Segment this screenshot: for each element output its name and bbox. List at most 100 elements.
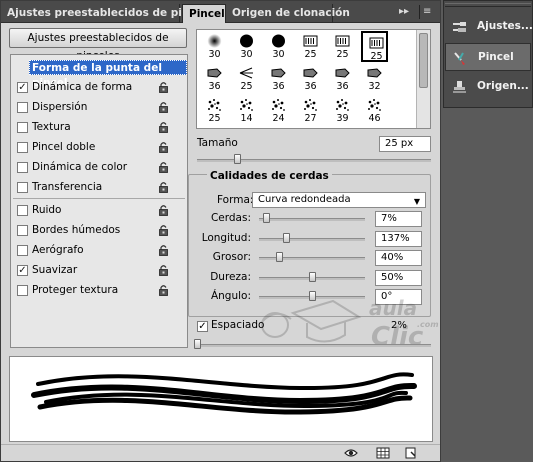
brush-tip-cell[interactable]: 36 [201, 63, 228, 94]
lock-icon[interactable] [158, 264, 169, 276]
new-preset-icon[interactable] [404, 447, 418, 459]
size-slider-track[interactable] [197, 159, 431, 162]
spacing-checkbox[interactable]: ✓ [197, 321, 208, 332]
brush-tip-cell[interactable]: 32 [361, 63, 388, 94]
option-label: Dinámica de color [32, 161, 128, 173]
option-label: Suavizar [32, 264, 78, 276]
dock-grip[interactable] [445, 3, 531, 7]
panel-menu-icon[interactable]: ≡ [419, 5, 435, 19]
brush-tip-size: 27 [304, 113, 317, 124]
brush-option-row[interactable]: Dinámica de color [11, 157, 187, 177]
brush-option-row[interactable]: Bordes húmedos [11, 220, 187, 240]
brush-grid-scrollbar[interactable] [416, 30, 430, 128]
bristle-param-knob[interactable] [276, 252, 284, 262]
brush-option-row[interactable]: Dispersión [11, 97, 187, 117]
tab-brush[interactable]: Pincel [182, 4, 226, 23]
bristle-param-field[interactable]: 137% [375, 230, 422, 247]
bristle-param-label: Grosor: [212, 251, 251, 263]
brush-tip-size: 36 [272, 81, 285, 92]
dock-item[interactable]: Pincel [445, 43, 531, 71]
option-checkbox[interactable] [17, 285, 28, 296]
brush-tip-cell[interactable]: 30 [233, 31, 260, 62]
dock-item[interactable]: Ajustes... [445, 13, 533, 41]
brush-option-row[interactable]: Proteger textura [11, 280, 187, 300]
bristle-param-knob[interactable] [282, 232, 290, 243]
brush-option-row[interactable]: Pincel doble [11, 137, 187, 157]
lock-icon[interactable] [158, 244, 169, 256]
bristle-param-field[interactable]: 7% [375, 211, 422, 227]
option-checkbox[interactable] [17, 102, 28, 113]
brush-tip-cell[interactable]: 36 [297, 63, 324, 94]
bristle-param-slider[interactable] [259, 237, 365, 241]
option-checkbox[interactable] [17, 205, 28, 216]
option-checkbox[interactable]: ✓ [17, 265, 28, 276]
shape-select-value: Curva redondeada [258, 194, 351, 205]
brush-tip-cell[interactable]: 36 [265, 63, 292, 94]
brush-tip-cell[interactable]: 25 [201, 95, 228, 126]
brush-option-row[interactable]: Ruido [11, 200, 187, 220]
brush-tip-cell[interactable]: 25 [361, 31, 388, 62]
bristle-param-knob[interactable] [309, 291, 316, 301]
lock-icon[interactable] [158, 101, 169, 113]
option-checkbox[interactable] [17, 122, 28, 133]
lock-icon[interactable] [158, 204, 169, 216]
spacing-value[interactable]: 2% [391, 320, 407, 331]
option-checkbox[interactable] [17, 225, 28, 236]
lock-icon[interactable] [158, 141, 169, 153]
bristle-param-knob[interactable] [263, 213, 271, 223]
lock-icon[interactable] [158, 284, 169, 296]
collapse-panel-icon[interactable]: ▸▸ [399, 5, 409, 19]
eye-icon[interactable] [344, 447, 358, 459]
shape-select[interactable]: Curva redondeada ▼ [252, 192, 426, 208]
brush-tip-cell[interactable]: 36 [329, 63, 356, 94]
bristle-param-field[interactable]: 40% [375, 250, 422, 266]
brush-option-row[interactable]: ✓ Dinámica de forma [11, 77, 187, 97]
bristle-param-field[interactable]: 50% [375, 269, 422, 286]
dock-item[interactable]: Origen... [445, 73, 531, 101]
lock-icon[interactable] [158, 224, 169, 236]
brush-option-row[interactable]: Transferencia [11, 177, 187, 197]
option-checkbox[interactable]: ✓ [17, 82, 28, 93]
bristle-param-knob[interactable] [309, 271, 316, 282]
brush-grid-scroll-thumb[interactable] [419, 33, 428, 88]
grid-view-icon[interactable] [376, 447, 390, 459]
tab-clone-source[interactable]: Origen de clonación [226, 4, 350, 23]
lock-icon[interactable] [158, 161, 169, 173]
brush-tip-cell[interactable]: 39 [329, 95, 356, 126]
brush-tip-cell[interactable]: 30 [265, 31, 292, 62]
brush-icon [454, 52, 465, 65]
bristle-param-slider[interactable] [259, 218, 365, 221]
bristle-param-field[interactable]: 0° [375, 289, 422, 305]
brush-tip-cell[interactable]: 46 [361, 95, 388, 126]
brush-tip-spatter-icon [240, 99, 253, 111]
brush-tip-cell[interactable]: 25 [329, 31, 356, 62]
option-checkbox[interactable] [17, 162, 28, 173]
brush-option-row[interactable]: ✓ Suavizar [11, 260, 187, 280]
option-label: Transferencia [32, 181, 103, 193]
spacing-slider-track[interactable] [197, 344, 431, 347]
brush-option-row[interactable]: Textura [11, 117, 187, 137]
size-slider-knob[interactable] [233, 154, 241, 164]
lock-icon[interactable] [158, 121, 169, 133]
brush-tip-spatter-icon [304, 99, 317, 111]
brush-tip-cell[interactable]: 30 [201, 31, 228, 62]
option-checkbox[interactable] [17, 142, 28, 153]
brush-option-row[interactable]: Aerógrafo [11, 240, 187, 260]
spacing-slider-knob[interactable] [194, 339, 201, 349]
option-checkbox[interactable] [17, 182, 28, 193]
brush-tip-cell[interactable]: 25 [233, 63, 260, 94]
shape-label: Forma: [217, 194, 254, 206]
panel-tab-bar: Ajustes preestablecidos de pinceles Pinc… [1, 1, 440, 23]
lock-icon[interactable] [158, 181, 169, 193]
brush-tip-cell[interactable]: 27 [297, 95, 324, 126]
option-checkbox[interactable] [17, 245, 28, 256]
brush-option-row[interactable]: Forma de la punta del pincel [11, 57, 187, 89]
tab-brush-presets[interactable]: Ajustes preestablecidos de pinceles [1, 4, 220, 23]
size-field[interactable]: 25 px [379, 136, 431, 152]
brush-tip-cell[interactable]: 25 [297, 31, 324, 62]
brush-presets-button[interactable]: Ajustes preestablecidos de pinceles [9, 28, 187, 62]
lock-icon[interactable] [158, 81, 169, 93]
bristle-param-slider[interactable] [259, 257, 365, 260]
brush-tip-cell[interactable]: 14 [233, 95, 260, 126]
brush-tip-cell[interactable]: 24 [265, 95, 292, 126]
